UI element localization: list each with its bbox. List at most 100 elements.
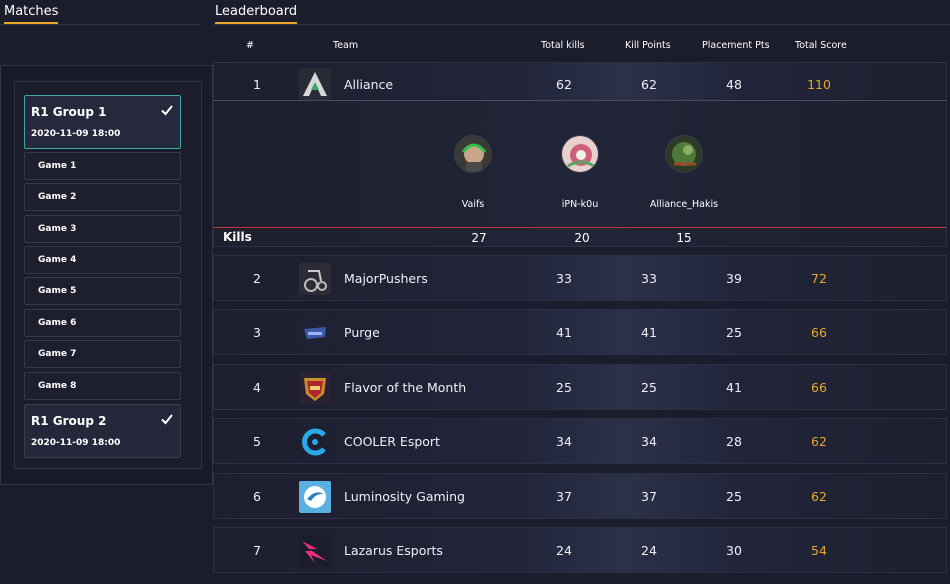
placement-pts: 25 (726, 489, 742, 504)
game-item-2[interactable]: Game 2 (24, 183, 181, 211)
game-label: Game 4 (38, 255, 77, 265)
flavor-logo-icon (299, 372, 331, 404)
placement-pts: 39 (726, 271, 742, 286)
total-kills: 25 (556, 380, 572, 395)
team-name: MajorPushers (344, 271, 428, 286)
game-item-4[interactable]: Game 4 (24, 246, 181, 274)
kill-points: 34 (641, 434, 657, 449)
player-card[interactable]: Alliance_Hakis (634, 135, 734, 210)
leaderboard-row[interactable]: 1 Alliance 62 62 48 110 (213, 62, 947, 100)
team-name: Luminosity Gaming (344, 489, 465, 504)
player-kills: 15 (676, 231, 692, 245)
leaderboard-row[interactable]: 5 COOLER Esport 34 34 28 62 (213, 418, 947, 464)
game-label: Game 6 (38, 318, 77, 328)
alliance-logo-icon (299, 68, 331, 100)
total-kills: 24 (556, 543, 572, 558)
game-item-8[interactable]: Game 8 (24, 372, 181, 400)
leaderboard-row[interactable]: 3 Purge 41 41 25 66 (213, 309, 947, 355)
rank: 3 (253, 325, 261, 340)
col-total-score: Total Score (795, 40, 847, 51)
group-card-r1-group-1[interactable]: R1 Group 1 2020-11-09 18:00 (24, 95, 181, 149)
kill-points: 24 (641, 543, 657, 558)
leaderboard-row[interactable]: 2 MajorPushers 33 33 39 72 (213, 255, 947, 301)
total-score: 66 (811, 380, 827, 395)
game-label: Game 5 (38, 286, 77, 296)
game-item-3[interactable]: Game 3 (24, 215, 181, 243)
player-name: iPN-k0u (561, 199, 599, 210)
total-score: 72 (811, 271, 827, 286)
divider (0, 24, 200, 25)
kill-points: 41 (641, 325, 657, 340)
group-title: R1 Group 2 (31, 414, 107, 428)
team-name: Flavor of the Month (344, 380, 467, 395)
rank: 1 (253, 77, 261, 92)
rank: 5 (253, 434, 261, 449)
player-kills: 27 (471, 231, 487, 245)
game-label: Game 8 (38, 381, 77, 391)
kill-points: 37 (641, 489, 657, 504)
purge-logo-icon (299, 317, 331, 349)
team-name: COOLER Esport (344, 434, 440, 449)
group-card-r1-group-2[interactable]: R1 Group 2 2020-11-09 18:00 (24, 404, 181, 458)
placement-pts: 25 (726, 325, 742, 340)
rank: 2 (253, 271, 261, 286)
kills-divider (214, 227, 946, 228)
col-placement-pts: Placement Pts (702, 40, 770, 51)
rank: 7 (253, 543, 261, 558)
luminosity-logo-icon (299, 481, 331, 513)
game-item-5[interactable]: Game 5 (24, 277, 181, 305)
placement-pts: 30 (726, 543, 742, 558)
tab-matches[interactable]: Matches (4, 5, 59, 25)
col-total-kills: Total kills (541, 40, 585, 51)
kills-label: Kills (223, 230, 252, 244)
total-kills: 34 (556, 434, 572, 449)
check-icon (161, 105, 173, 116)
total-score: 110 (807, 77, 831, 92)
player-avatar (454, 135, 492, 173)
placement-pts: 48 (726, 77, 742, 92)
placement-pts: 41 (726, 380, 742, 395)
divider (213, 24, 950, 25)
total-score: 62 (811, 434, 827, 449)
game-item-1[interactable]: Game 1 (24, 152, 181, 180)
kill-points: 62 (641, 77, 657, 92)
placement-pts: 28 (726, 434, 742, 449)
group-date: 2020-11-09 18:00 (31, 129, 121, 139)
game-item-7[interactable]: Game 7 (24, 340, 181, 368)
total-kills: 41 (556, 325, 572, 340)
team-name: Lazarus Esports (344, 543, 443, 558)
group-title: R1 Group 1 (31, 105, 107, 119)
team-name: Purge (344, 325, 380, 340)
total-kills: 62 (556, 77, 572, 92)
cooler-logo-icon (299, 426, 331, 458)
col-team: Team (333, 40, 359, 51)
total-score: 62 (811, 489, 827, 504)
total-score: 54 (811, 543, 827, 558)
player-name: Vaifs (461, 199, 485, 210)
matches-list: R1 Group 1 2020-11-09 18:00 Game 1 Game … (14, 81, 202, 469)
kill-points: 25 (641, 380, 657, 395)
player-card[interactable]: Vaifs (423, 135, 523, 210)
leaderboard-row[interactable]: 7 Lazarus Esports 24 24 30 54 (213, 527, 947, 573)
tab-leaderboard[interactable]: Leaderboard (215, 5, 298, 25)
rank: 6 (253, 489, 261, 504)
player-card[interactable]: iPN-k0u (530, 135, 630, 210)
col-rank: # (246, 40, 254, 51)
rank: 4 (253, 380, 261, 395)
total-score: 66 (811, 325, 827, 340)
total-kills: 37 (556, 489, 572, 504)
leaderboard-row[interactable]: 6 Luminosity Gaming 37 37 25 62 (213, 473, 947, 519)
leaderboard-row[interactable]: 4 Flavor of the Month 25 25 41 66 (213, 364, 947, 410)
game-label: Game 1 (38, 161, 77, 171)
game-label: Game 2 (38, 192, 77, 202)
kill-points: 33 (641, 271, 657, 286)
game-item-6[interactable]: Game 6 (24, 309, 181, 337)
player-avatar (665, 135, 703, 173)
game-label: Game 7 (38, 349, 77, 359)
lazarus-logo-icon (299, 535, 331, 567)
team-name: Alliance (344, 77, 394, 92)
check-icon (161, 414, 173, 425)
total-kills: 33 (556, 271, 572, 286)
col-kill-points: Kill Points (625, 40, 671, 51)
team-detail-panel: Vaifs iPN-k0u Alliance_Hakis Kills 27 20… (213, 100, 947, 247)
